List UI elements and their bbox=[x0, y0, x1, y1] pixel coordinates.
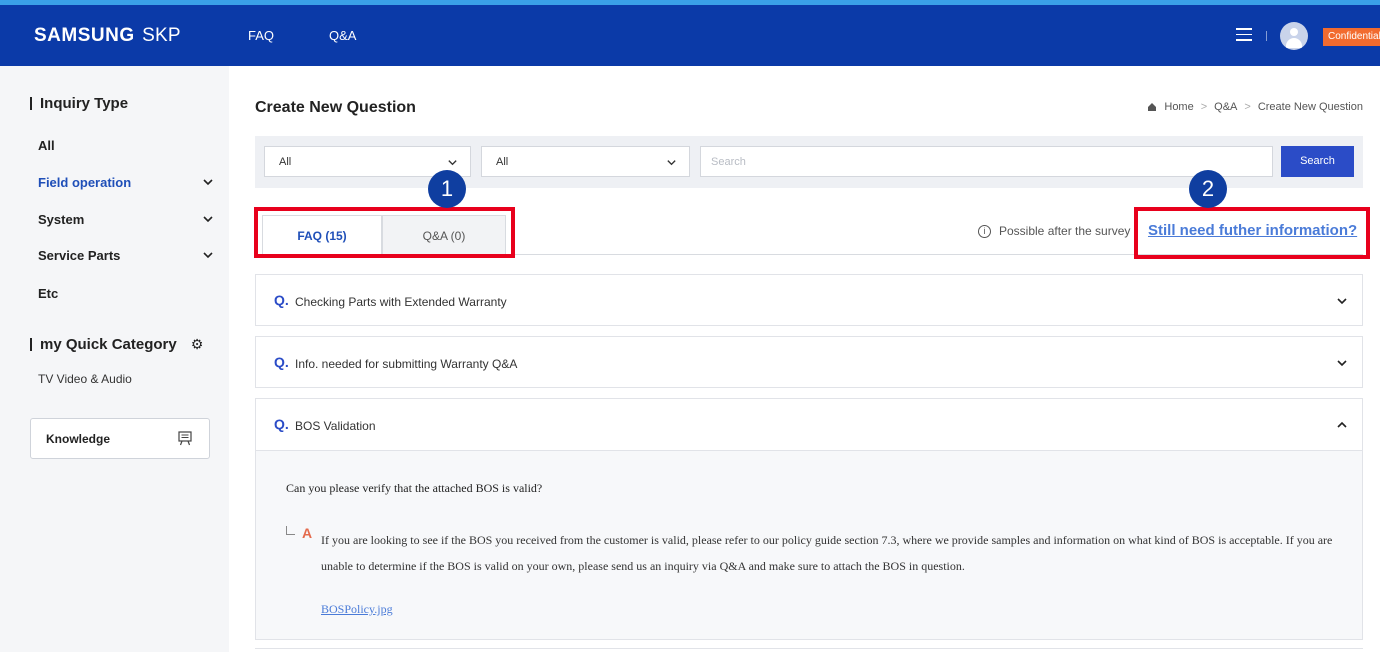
callout-badge-2: 2 bbox=[1189, 170, 1227, 208]
faq-item[interactable]: Q. BOS Validation bbox=[255, 398, 1363, 450]
nav-faq[interactable]: FAQ bbox=[248, 28, 274, 43]
faq-item[interactable]: Q. Info. needed for submitting Warranty … bbox=[255, 336, 1363, 388]
sidebar-item-service-parts[interactable]: Service Parts bbox=[38, 248, 214, 263]
search-button[interactable]: Search bbox=[1281, 146, 1354, 177]
page-title: Create New Question bbox=[255, 99, 416, 116]
top-header: SAMSUNG SKP FAQ Q&A Confidential bbox=[0, 0, 1380, 66]
sidebar-item-system[interactable]: System bbox=[38, 212, 214, 227]
survey-note: i Possible after the survey bbox=[978, 224, 1130, 238]
breadcrumb-current: Create New Question bbox=[1257, 101, 1363, 113]
breadcrumb: Home > Q&A > Create New Question bbox=[1147, 101, 1363, 113]
quick-category-heading: my Quick Category ⚙ bbox=[30, 336, 203, 353]
subcategory-select[interactable]: All bbox=[481, 146, 690, 177]
search-input[interactable]: Search bbox=[700, 146, 1273, 177]
sidebar-item-label: Etc bbox=[38, 286, 59, 301]
chevron-down-icon bbox=[1337, 360, 1347, 367]
inquiry-type-label: Inquiry Type bbox=[40, 95, 129, 112]
breadcrumb-qa[interactable]: Q&A bbox=[1214, 101, 1237, 113]
chevron-down-icon bbox=[203, 216, 213, 223]
answer-text: If you are looking to see if the BOS you… bbox=[321, 533, 1333, 573]
sidebar-item-label: Service Parts bbox=[38, 248, 121, 263]
home-icon[interactable] bbox=[1147, 102, 1157, 112]
chevron-down-icon bbox=[203, 252, 213, 259]
gear-icon[interactable]: ⚙ bbox=[191, 336, 204, 353]
chevron-down-icon bbox=[1337, 298, 1347, 305]
quick-category-item[interactable]: TV Video & Audio bbox=[38, 372, 132, 386]
sidebar-item-etc[interactable]: Etc bbox=[38, 286, 214, 301]
reply-corner-icon bbox=[286, 526, 295, 535]
answer-mark: A bbox=[302, 525, 313, 541]
info-icon: i bbox=[978, 224, 991, 238]
faq-title: BOS Validation bbox=[295, 419, 376, 433]
chevron-up-icon bbox=[1337, 421, 1347, 428]
knowledge-button[interactable]: Knowledge bbox=[30, 418, 210, 459]
faq-q-mark: Q. bbox=[274, 416, 289, 432]
answer-question: Can you please verify that the attached … bbox=[286, 481, 543, 495]
faq-title: Info. needed for submitting Warranty Q&A bbox=[295, 357, 518, 371]
faq-item[interactable]: Q. Checking Parts with Extended Warranty bbox=[255, 274, 1363, 326]
sidebar-item-label: Field operation bbox=[38, 175, 132, 190]
next-faq-edge bbox=[255, 648, 1363, 652]
sidebar-item-field-operation[interactable]: Field operation bbox=[38, 175, 214, 190]
breadcrumb-separator: > bbox=[1200, 101, 1208, 113]
breadcrumb-home[interactable]: Home bbox=[1164, 101, 1193, 113]
sidebar-item-label: System bbox=[38, 212, 85, 227]
callout-box-2 bbox=[1134, 207, 1370, 259]
faq-q-mark: Q. bbox=[274, 292, 289, 308]
sidebar-item-label: All bbox=[38, 138, 55, 153]
user-avatar-icon[interactable] bbox=[1280, 22, 1308, 50]
faq-q-mark: Q. bbox=[274, 354, 289, 370]
faq-title: Checking Parts with Extended Warranty bbox=[295, 295, 507, 309]
category-select-value: All bbox=[279, 156, 292, 168]
knowledge-label: Knowledge bbox=[46, 432, 111, 446]
breadcrumb-separator: > bbox=[1244, 101, 1251, 113]
logo-suffix: SKP bbox=[142, 25, 181, 46]
faq-answer-panel: Can you please verify that the attached … bbox=[255, 450, 1363, 640]
sidebar-item-all[interactable]: All bbox=[38, 138, 214, 153]
subcategory-select-value: All bbox=[496, 156, 509, 168]
confidential-badge: Confidential bbox=[1323, 28, 1380, 46]
board-icon bbox=[178, 431, 192, 446]
callout-box-1 bbox=[254, 207, 515, 258]
samsung-skp-logo[interactable]: SAMSUNG SKP bbox=[34, 25, 181, 47]
chevron-down-icon bbox=[448, 160, 457, 166]
quick-category-label: my Quick Category bbox=[40, 336, 177, 353]
hamburger-menu-icon[interactable] bbox=[1236, 28, 1252, 41]
header-divider bbox=[1266, 31, 1267, 41]
callout-badge-1: 1 bbox=[428, 170, 466, 208]
inquiry-type-heading: Inquiry Type bbox=[30, 95, 128, 112]
attachment-link[interactable]: BOSPolicy.jpg bbox=[321, 602, 393, 617]
chevron-down-icon bbox=[203, 179, 213, 186]
sidebar: Inquiry Type All Field operation System … bbox=[0, 66, 229, 652]
survey-note-text: Possible after the survey bbox=[999, 224, 1131, 238]
chevron-down-icon bbox=[667, 160, 676, 166]
logo-brand: SAMSUNG bbox=[34, 25, 135, 46]
nav-qa[interactable]: Q&A bbox=[329, 28, 356, 43]
